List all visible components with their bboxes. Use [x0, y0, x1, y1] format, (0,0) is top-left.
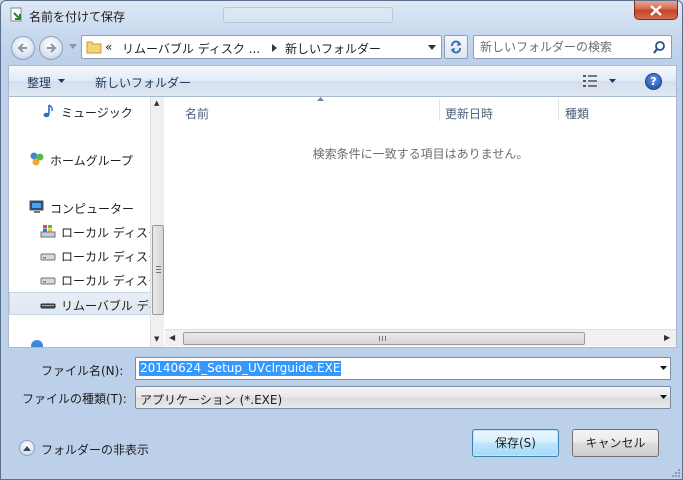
- view-options-button[interactable]: [583, 74, 619, 91]
- window-title: 名前を付けて保存: [29, 10, 126, 24]
- filetype-select[interactable]: アプリケーション (*.EXE): [135, 386, 671, 409]
- collapse-icon[interactable]: [19, 440, 35, 456]
- save-as-dialog: 名前を付けて保存 « リムーバブル ディスク ... 新しいフォルダー 新しいフ…: [0, 0, 683, 480]
- breadcrumb-new-folder[interactable]: 新しいフォルダー: [285, 40, 381, 57]
- column-header-label: 種類: [565, 107, 590, 121]
- hide-folders-label[interactable]: フォルダーの非表示: [41, 441, 149, 458]
- command-bar: 整理 新しいフォルダー ?: [8, 65, 677, 96]
- refresh-icon: [451, 40, 461, 54]
- cancel-button[interactable]: キャンセル: [572, 429, 659, 457]
- removable-drive-icon: [40, 296, 56, 312]
- background-window-ghost: [223, 7, 393, 23]
- folder-icon: [86, 41, 102, 54]
- navigation-pane[interactable]: ミュージック ホームグループ コンピューター ローカル ディスク ローカル ディ…: [9, 97, 164, 347]
- filename-value[interactable]: 20140624_Setup_UVclrguide.EXE: [139, 361, 342, 376]
- forward-button[interactable]: [39, 36, 63, 60]
- drive-icon: [40, 247, 56, 263]
- windows-drive-icon: [40, 223, 56, 239]
- scroll-up-icon[interactable]: ▲: [154, 99, 159, 107]
- column-header-type[interactable]: 種類: [559, 97, 676, 123]
- forward-arrow-icon: [47, 43, 57, 53]
- column-header-label: 更新日時: [445, 107, 494, 121]
- file-list-scroll-thumb[interactable]: [183, 332, 585, 345]
- sidebar-item-label: リムーバブル ディスク: [61, 299, 164, 313]
- help-icon: ?: [650, 75, 657, 88]
- sidebar-item-local-disk-d[interactable]: ローカル ディスク: [9, 244, 160, 266]
- address-bar[interactable]: « リムーバブル ディスク ... 新しいフォルダー: [81, 35, 442, 59]
- column-header-modified[interactable]: 更新日時: [439, 97, 557, 123]
- sort-ascending-icon: [317, 97, 324, 101]
- sidebar-item-local-disk-e[interactable]: ローカル ディスク: [9, 268, 160, 290]
- column-header-name[interactable]: 名前: [179, 97, 439, 123]
- sidebar-item-computer[interactable]: コンピューター: [9, 196, 154, 218]
- address-history-dropdown-icon[interactable]: [428, 45, 436, 50]
- new-folder-button[interactable]: 新しいフォルダー: [95, 74, 191, 91]
- chevron-down-icon[interactable]: [660, 366, 667, 370]
- resize-grip-icon[interactable]: [670, 467, 680, 477]
- column-header-label: 名前: [185, 107, 210, 121]
- grip-icon: [156, 266, 161, 273]
- recent-pages-dropdown-icon[interactable]: [69, 44, 77, 49]
- organize-dropdown-icon[interactable]: [58, 79, 65, 83]
- organize-button[interactable]: 整理: [27, 74, 51, 91]
- sidebar-item-network[interactable]: [9, 335, 154, 347]
- homegroup-icon: [29, 151, 45, 167]
- refresh-button[interactable]: [444, 35, 468, 59]
- back-arrow-icon: [17, 43, 27, 53]
- breadcrumb-overflow[interactable]: «: [105, 40, 112, 54]
- computer-icon: [29, 199, 45, 215]
- sidebar-scroll-thumb[interactable]: [152, 225, 164, 315]
- filetype-label: ファイルの種類(T):: [22, 392, 127, 406]
- save-dialog-icon: [9, 7, 25, 23]
- search-input[interactable]: [480, 39, 650, 55]
- sidebar-item-homegroup[interactable]: ホームグループ: [9, 148, 154, 170]
- search-icon[interactable]: [653, 41, 665, 54]
- sidebar-item-removable-disk[interactable]: リムーバブル ディスク: [9, 292, 164, 315]
- filetype-value: アプリケーション (*.EXE): [140, 393, 283, 407]
- scroll-right-icon[interactable]: ▶: [664, 333, 670, 342]
- file-list-scrollbar[interactable]: ◀ ▶: [165, 329, 676, 346]
- close-button[interactable]: [634, 1, 678, 20]
- save-button[interactable]: 保存(S): [472, 429, 559, 457]
- back-button[interactable]: [11, 36, 35, 60]
- sidebar-item-label: コンピューター: [50, 202, 135, 216]
- scroll-down-icon[interactable]: ▼: [154, 335, 159, 343]
- sidebar-item-label: ローカル ディスク: [61, 226, 160, 240]
- drive-icon: [40, 271, 56, 287]
- breadcrumb-removable-disk[interactable]: リムーバブル ディスク ...: [122, 40, 260, 57]
- filename-field[interactable]: 20140624_Setup_UVclrguide.EXE: [135, 357, 671, 380]
- sidebar-item-label: ローカル ディスク: [61, 274, 160, 288]
- help-button[interactable]: ?: [645, 73, 662, 90]
- sidebar-item-music[interactable]: ミュージック: [9, 100, 154, 122]
- music-note-icon: [40, 103, 56, 119]
- sidebar-item-label: ローカル ディスク: [61, 250, 160, 264]
- title-bar[interactable]: 名前を付けて保存: [1, 1, 683, 29]
- sidebar-scrollbar[interactable]: ▲ ▼: [150, 97, 164, 347]
- network-icon: [29, 338, 45, 347]
- search-box[interactable]: [473, 35, 672, 59]
- filename-label: ファイル名(N):: [41, 364, 124, 378]
- scroll-left-icon[interactable]: ◀: [169, 333, 175, 342]
- chevron-down-icon[interactable]: [660, 395, 667, 399]
- view-list-icon: [583, 75, 616, 87]
- sidebar-item-local-disk-c[interactable]: ローカル ディスク: [9, 220, 160, 242]
- file-list-pane[interactable]: 名前 更新日時 種類 検索条件に一致する項目はありません。 ◀ ▶: [165, 97, 676, 347]
- breadcrumb-chevron-icon[interactable]: [272, 44, 277, 52]
- grip-icon: [379, 336, 386, 341]
- close-icon: [650, 5, 662, 16]
- content-panes: ミュージック ホームグループ コンピューター ローカル ディスク ローカル ディ…: [8, 96, 677, 348]
- empty-folder-message: 検索条件に一致する項目はありません。: [312, 147, 529, 161]
- sidebar-item-label: ミュージック: [61, 106, 133, 120]
- sidebar-item-label: ホームグループ: [50, 154, 133, 168]
